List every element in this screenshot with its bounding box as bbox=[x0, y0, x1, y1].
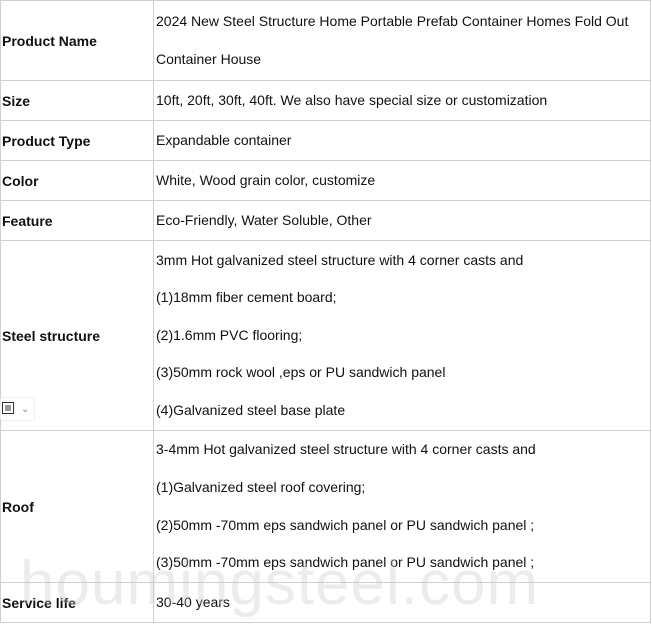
spec-line: (2)1.6mm PVC flooring; bbox=[156, 326, 303, 343]
spec-value: Eco-Friendly, Water Soluble, Other bbox=[153, 200, 651, 241]
spec-line: (2)50mm -70mm eps sandwich panel or PU s… bbox=[156, 516, 535, 533]
spec-label: Service life bbox=[0, 582, 154, 623]
spec-label: Product Name bbox=[0, 0, 154, 81]
spec-line: 3-4mm Hot galvanized steel structure wit… bbox=[156, 441, 536, 458]
spec-line: White, Wood grain color, customize bbox=[156, 171, 376, 188]
table-row: Roof 3-4mm Hot galvanized steel structure… bbox=[0, 430, 651, 583]
chevron-down-icon: ⌄ bbox=[21, 403, 30, 415]
table-row: Steel structure 3mm Hot galvanized steel … bbox=[0, 240, 651, 431]
spec-line: Expandable container bbox=[156, 131, 292, 148]
spec-line: 30-40 years bbox=[156, 593, 230, 610]
spec-label: Feature bbox=[0, 200, 154, 241]
table-row: Feature Eco-Friendly, Water Soluble, Othe… bbox=[0, 200, 651, 241]
spec-label: Color bbox=[0, 160, 154, 201]
spec-value: 2024 New Steel Structure Home Portable P… bbox=[153, 0, 651, 81]
spec-line: (1)18mm fiber cement board; bbox=[156, 289, 337, 306]
spec-line: 10ft, 20ft, 30ft, 40ft. We also have spe… bbox=[156, 91, 548, 108]
spec-value: 3-4mm Hot galvanized steel structure wit… bbox=[153, 430, 651, 583]
spec-line: 2024 New Steel Structure Home Portable P… bbox=[156, 12, 629, 29]
spec-value: Expandable container bbox=[153, 120, 651, 161]
table-row: Product Name 2024 New Steel Structure Hom… bbox=[0, 0, 651, 81]
table-row: Color White, Wood grain color, customize bbox=[0, 160, 651, 201]
spec-value: 30-40 years bbox=[153, 582, 651, 623]
spec-value: 10ft, 20ft, 30ft, 40ft. We also have spe… bbox=[153, 80, 651, 121]
spec-label: Roof bbox=[0, 430, 154, 583]
spec-value: 3mm Hot galvanized steel structure with … bbox=[153, 240, 651, 431]
spec-line: Container House bbox=[156, 50, 262, 67]
product-spec-table: Product Name 2024 New Steel Structure Hom… bbox=[0, 0, 651, 623]
paragraph-layout-icon bbox=[1, 401, 15, 418]
table-row: Size 10ft, 20ft, 30ft, 40ft. We also have… bbox=[0, 80, 651, 121]
layout-options-button[interactable]: ⌄ bbox=[0, 397, 35, 421]
spec-line: (1)Galvanized steel roof covering; bbox=[156, 478, 366, 495]
spec-line: (3)50mm rock wool ,eps or PU sandwich pa… bbox=[156, 364, 446, 381]
spec-line: (3)50mm -70mm eps sandwich panel or PU s… bbox=[156, 554, 535, 571]
table-row: Product Type Expandable container bbox=[0, 120, 651, 161]
spec-value: White, Wood grain color, customize bbox=[153, 160, 651, 201]
table-row: Service life 30-40 years bbox=[0, 582, 651, 623]
spec-line: Eco-Friendly, Water Soluble, Other bbox=[156, 211, 372, 228]
spec-label: Product Type bbox=[0, 120, 154, 161]
spec-label: Size bbox=[0, 80, 154, 121]
spec-line: 3mm Hot galvanized steel structure with … bbox=[156, 251, 524, 268]
spec-line: (4)Galvanized steel base plate bbox=[156, 401, 346, 418]
